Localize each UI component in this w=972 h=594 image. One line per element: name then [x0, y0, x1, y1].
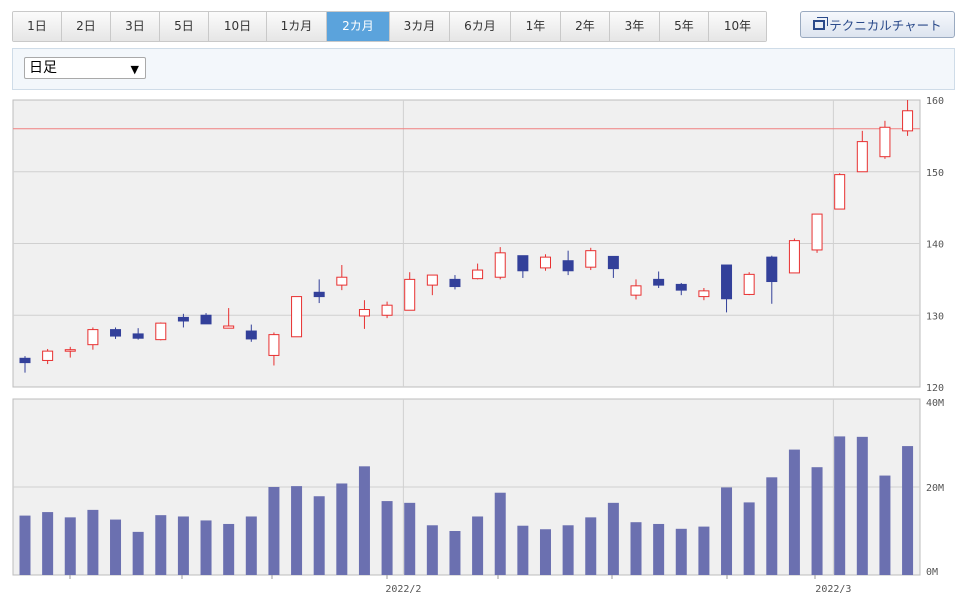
candle-body	[834, 174, 846, 210]
price-tick-label: 140	[926, 240, 944, 251]
volume-bar	[653, 523, 665, 575]
volume-bar	[245, 516, 257, 575]
volume-tick-label: 40M	[926, 398, 944, 409]
volume-bar	[200, 520, 212, 575]
volume-bar	[87, 509, 99, 575]
volume-bar	[879, 475, 891, 575]
volume-bar	[268, 487, 280, 575]
volume-tick-label: 0M	[926, 567, 938, 578]
volume-bar	[472, 516, 484, 575]
volume-bar	[856, 436, 868, 575]
volume-bar	[313, 496, 325, 575]
candle-body	[788, 240, 800, 274]
candle-body	[268, 334, 280, 356]
candle-body	[313, 291, 325, 298]
volume-bar	[404, 502, 416, 575]
candle-body	[132, 333, 144, 339]
volume-bar	[539, 529, 551, 575]
volume-bar	[449, 531, 461, 575]
candle-body	[381, 304, 393, 316]
candle-body	[675, 283, 687, 291]
volume-bar	[766, 477, 778, 575]
candle-body	[42, 350, 54, 361]
candle-body	[607, 255, 619, 270]
volume-bar	[834, 436, 846, 575]
candle-body	[291, 296, 303, 338]
volume-tick-label: 20M	[926, 483, 944, 494]
candle-body	[494, 252, 506, 278]
volume-bar	[698, 526, 710, 575]
price-tick-label: 120	[926, 383, 944, 394]
candle-body	[110, 329, 122, 337]
volume-bar	[381, 501, 393, 575]
candle-body	[358, 309, 370, 317]
volume-bar	[291, 486, 303, 575]
candle-body	[902, 110, 914, 132]
volume-bar	[675, 528, 687, 575]
candle-body	[200, 314, 212, 325]
volume-bar	[64, 517, 76, 575]
volume-bar	[223, 523, 235, 575]
candle-body	[449, 278, 461, 288]
volume-bar	[132, 531, 144, 575]
candle-body	[856, 141, 868, 173]
candle-body	[245, 330, 257, 340]
volume-bar	[721, 487, 733, 575]
volume-bar	[336, 483, 348, 575]
x-axis-month-label: 2022/3	[815, 584, 851, 594]
volume-bar	[19, 515, 31, 575]
candle-body	[223, 325, 235, 329]
candle-body	[585, 250, 597, 268]
candle-body	[426, 274, 438, 286]
volume-bar	[42, 512, 54, 575]
price-tick-label: 160	[926, 96, 944, 107]
volume-bar	[155, 515, 167, 575]
candle-body	[19, 357, 31, 364]
price-tick-label: 130	[926, 311, 944, 322]
volume-bar	[585, 517, 597, 575]
price-tick-label: 150	[926, 168, 944, 179]
volume-bar	[358, 466, 370, 575]
candle-body	[562, 260, 574, 272]
candle-body	[630, 285, 642, 296]
candle-body	[64, 349, 76, 352]
candle-body	[653, 278, 665, 286]
volume-bar	[788, 449, 800, 575]
volume-bar	[607, 502, 619, 575]
volume-bar	[743, 502, 755, 575]
volume-bar	[517, 525, 529, 575]
candle-body	[87, 329, 99, 346]
volume-bar	[562, 525, 574, 575]
candle-body	[517, 255, 529, 272]
candle-body	[743, 273, 755, 295]
candle-body	[766, 256, 778, 283]
candle-body	[177, 316, 189, 322]
volume-bar	[902, 446, 914, 575]
candle-body	[404, 278, 416, 311]
volume-bar	[630, 522, 642, 575]
candle-body	[721, 264, 733, 300]
volume-bar	[494, 492, 506, 575]
volume-bar	[177, 516, 189, 575]
volume-bar	[110, 519, 122, 575]
candle-body	[155, 322, 167, 341]
x-axis-month-label: 2022/2	[385, 584, 421, 594]
candle-body	[879, 126, 891, 158]
stock-chart: 120 130 140 150 160 0M 20M 40M 2022/2 2022/3	[12, 96, 944, 594]
candle-body	[336, 276, 348, 286]
volume-bar	[426, 525, 438, 575]
candle-body	[539, 256, 551, 269]
candle-body	[698, 290, 710, 298]
volume-bar	[811, 467, 823, 575]
candle-body	[472, 269, 484, 280]
candle-body	[811, 213, 823, 251]
